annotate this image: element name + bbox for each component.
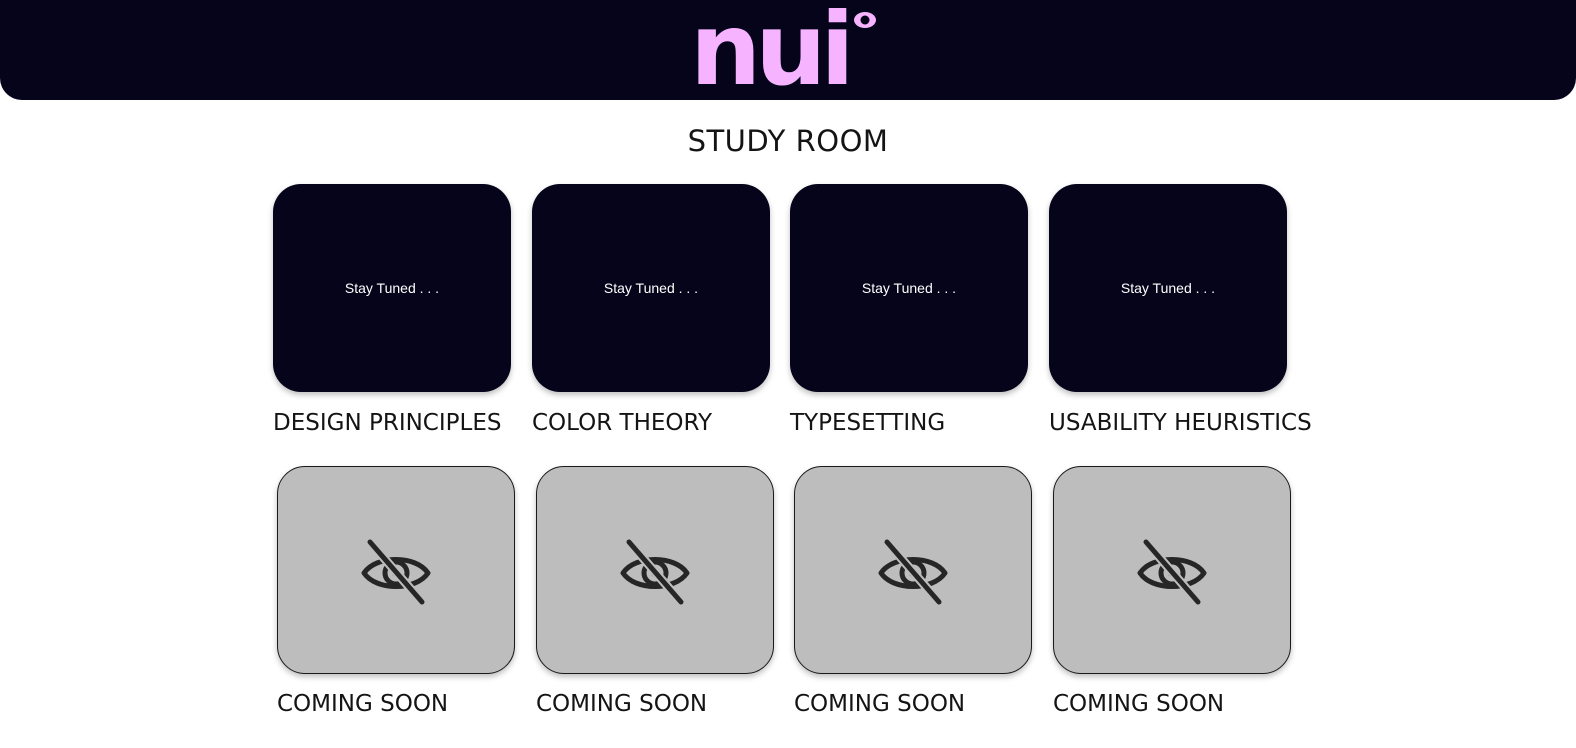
locked-card-3 xyxy=(794,466,1032,674)
nui-logo[interactable]: nui xyxy=(690,6,890,86)
eye-off-icon xyxy=(620,539,690,605)
eye-off-icon xyxy=(1137,539,1207,605)
logo-text: nui xyxy=(690,6,849,86)
topic-card-design-principles[interactable]: Stay Tuned . . . xyxy=(273,184,511,392)
card-status-text: Stay Tuned . . . xyxy=(861,280,957,296)
topic-caption-typesetting: TYPESETTING xyxy=(790,410,946,436)
logo-eye-icon xyxy=(854,8,876,30)
locked-caption-1: COMING SOON xyxy=(277,691,449,717)
locked-caption-4: COMING SOON xyxy=(1053,691,1225,717)
page-title: STUDY ROOM xyxy=(687,124,889,158)
topic-caption-color-theory: COLOR THEORY xyxy=(532,410,713,436)
topic-card-typesetting[interactable]: Stay Tuned . . . xyxy=(790,184,1028,392)
locked-card-2 xyxy=(536,466,774,674)
locked-card-1 xyxy=(277,466,515,674)
eye-off-icon xyxy=(361,539,431,605)
card-status-text: Stay Tuned . . . xyxy=(1120,280,1216,296)
locked-card-4 xyxy=(1053,466,1291,674)
locked-caption-2: COMING SOON xyxy=(536,691,708,717)
topic-card-color-theory[interactable]: Stay Tuned . . . xyxy=(532,184,770,392)
locked-caption-3: COMING SOON xyxy=(794,691,966,717)
top-header: nui xyxy=(0,0,1576,100)
card-status-text: Stay Tuned . . . xyxy=(344,280,440,296)
eye-off-icon xyxy=(878,539,948,605)
topic-caption-usability-heuristics: USABILITY HEURISTICS xyxy=(1049,410,1312,436)
topic-card-usability-heuristics[interactable]: Stay Tuned . . . xyxy=(1049,184,1287,392)
card-status-text: Stay Tuned . . . xyxy=(603,280,699,296)
topic-caption-design-principles: DESIGN PRINCIPLES xyxy=(273,410,502,436)
